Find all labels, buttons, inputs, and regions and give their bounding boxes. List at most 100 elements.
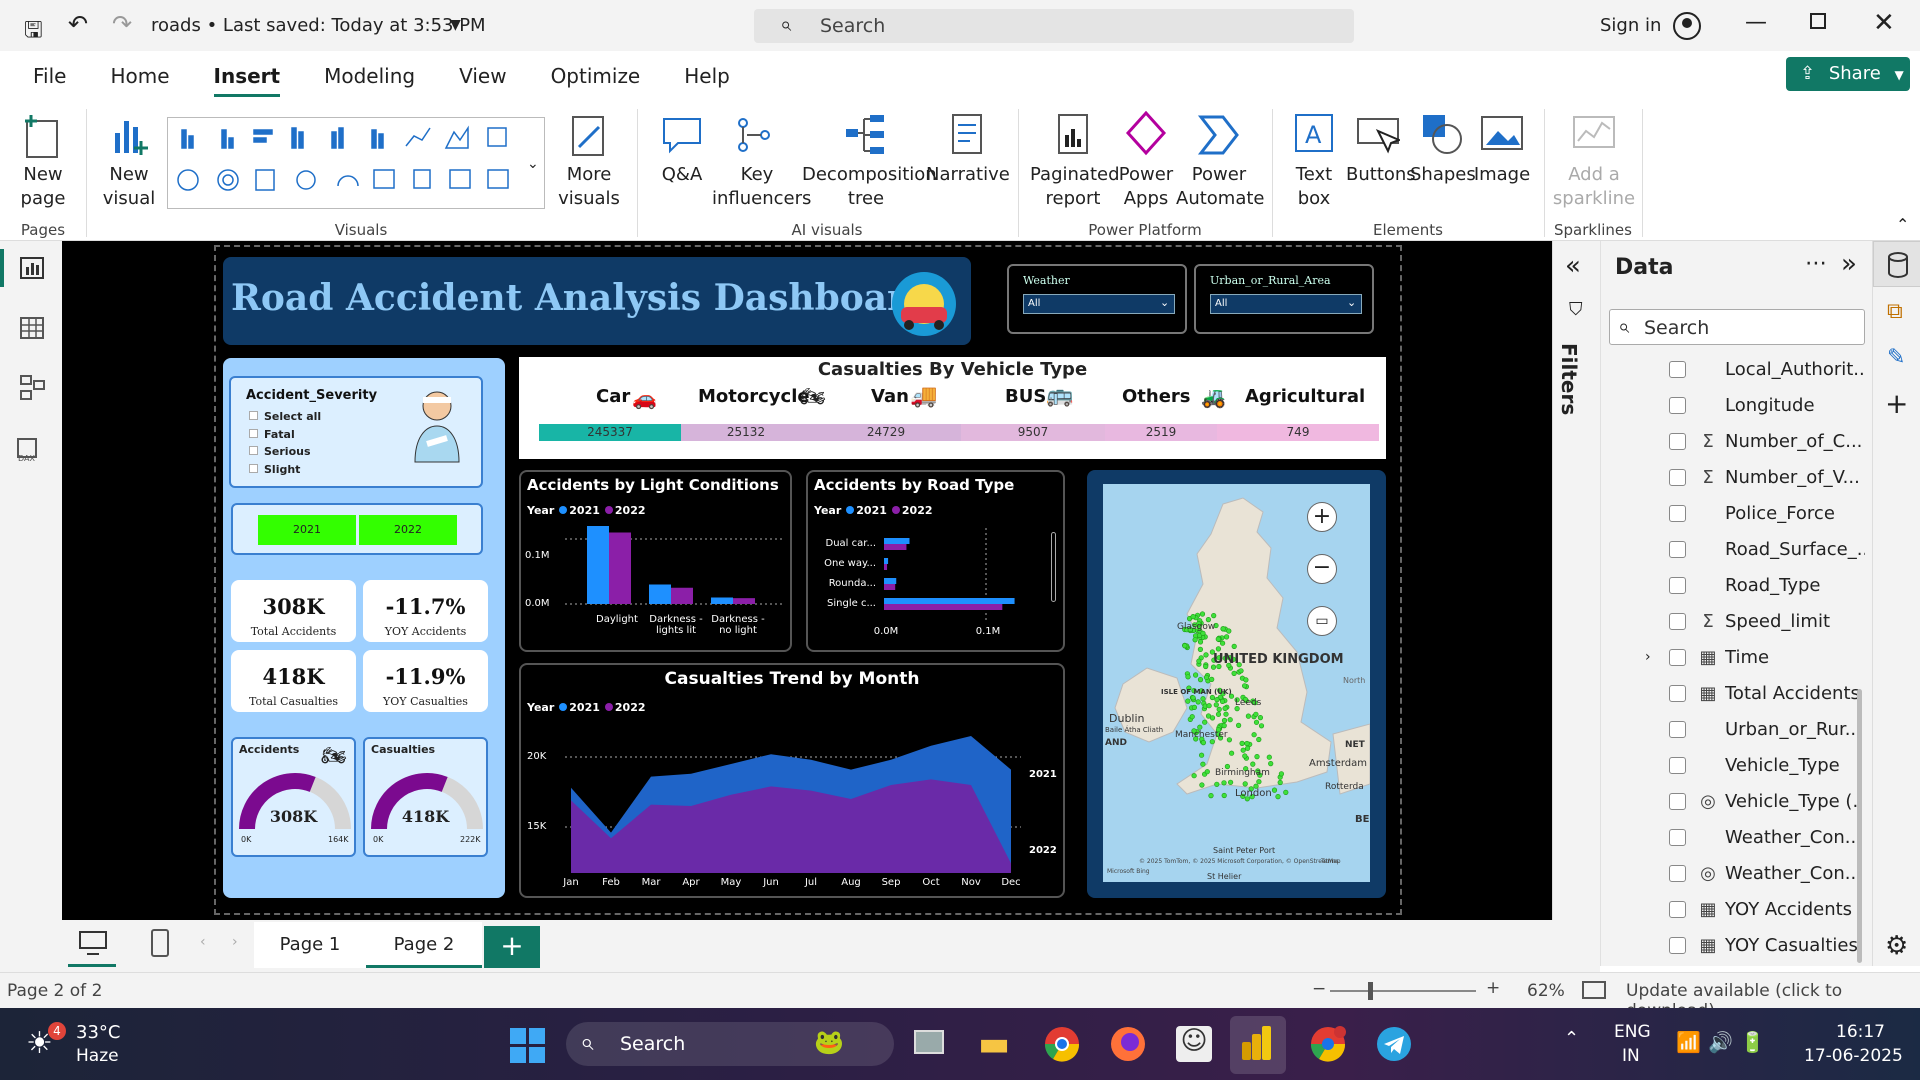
prev-page-icon[interactable]: ‹ [200, 934, 206, 950]
zoom-in-button[interactable]: + [1307, 502, 1337, 532]
tab-home[interactable]: Home [88, 51, 191, 101]
field-checkbox[interactable] [1669, 360, 1686, 378]
field-item[interactable]: Local_Authorit... [1601, 351, 1873, 387]
map-terms-link[interactable]: Terms [1321, 858, 1339, 865]
maximize-icon[interactable] [1810, 13, 1826, 29]
dax-query-icon[interactable]: DAX [16, 437, 46, 463]
image-button[interactable]: Image [1472, 111, 1532, 187]
shapes-button[interactable]: Shapes [1410, 111, 1476, 187]
collapse-ribbon-icon[interactable]: ⌃ [1896, 215, 1909, 234]
scrollbar[interactable] [1051, 532, 1056, 602]
key-influencers-button[interactable]: Key influencers [712, 111, 811, 211]
zoom-slider[interactable] [1330, 990, 1476, 992]
report-view-icon[interactable] [20, 257, 44, 279]
new-visual-button[interactable]: New visual [96, 111, 162, 211]
field-item[interactable]: Longitude [1601, 387, 1873, 423]
chevron-down-icon[interactable]: ▼ [450, 17, 461, 33]
power-automate-button[interactable]: Power Automate [1176, 111, 1265, 211]
field-checkbox[interactable] [1669, 864, 1686, 882]
field-item[interactable]: ◎ Weather_Con... [1601, 855, 1873, 891]
search-box[interactable]: ⌕ Search [754, 9, 1354, 43]
text-box-button[interactable]: A Text box [1282, 111, 1346, 211]
battery-icon[interactable]: 🔋 [1740, 1030, 1765, 1054]
minimize-icon[interactable]: — [1745, 10, 1767, 35]
show-hidden-icons-icon[interactable]: ⌃ [1564, 1028, 1579, 1049]
redo-icon[interactable]: ↷ [112, 10, 132, 38]
field-checkbox[interactable] [1669, 900, 1686, 918]
field-checkbox[interactable] [1669, 684, 1686, 702]
telegram-icon[interactable] [1376, 1026, 1412, 1062]
clock-time[interactable]: 16:17 [1836, 1022, 1885, 1042]
field-item[interactable]: ▦ Total Accidents [1601, 675, 1873, 711]
narrative-button[interactable]: Narrative [926, 111, 1010, 187]
field-checkbox[interactable] [1669, 648, 1686, 666]
close-icon[interactable]: ✕ [1873, 8, 1895, 38]
severity-option[interactable]: Fatal [249, 426, 321, 444]
field-checkbox[interactable] [1669, 396, 1686, 414]
field-checkbox[interactable] [1669, 828, 1686, 846]
firefox-icon[interactable] [1110, 1026, 1146, 1062]
field-item[interactable]: Road_Type [1601, 567, 1873, 603]
field-item[interactable]: ▦ YOY Accidents [1601, 891, 1873, 927]
field-checkbox[interactable] [1669, 576, 1686, 594]
collapse-pane-icon[interactable]: » [1841, 249, 1857, 279]
model-view-icon[interactable] [20, 375, 46, 401]
new-page-button[interactable]: New page [8, 111, 78, 211]
field-item[interactable]: ▦ YOY Casualties [1601, 927, 1873, 963]
chevron-down-icon[interactable]: ⌄ [527, 156, 539, 172]
expand-filters-icon[interactable]: « [1565, 251, 1581, 281]
field-checkbox[interactable] [1669, 756, 1686, 774]
field-item[interactable]: › ▦ Time [1601, 639, 1873, 675]
severity-option[interactable]: Select all [249, 408, 321, 426]
field-item[interactable]: Road_Surface_... [1601, 531, 1873, 567]
powerbi-taskbar-item[interactable] [1230, 1016, 1286, 1074]
field-item[interactable]: ◎ Vehicle_Type (... [1601, 783, 1873, 819]
more-options-icon[interactable]: ⋯ [1805, 251, 1827, 276]
data-search-box[interactable]: ⌕ Search [1609, 309, 1865, 345]
add-pane-icon[interactable]: + [1885, 387, 1908, 420]
undo-icon[interactable]: ↶ [68, 10, 88, 38]
add-sparkline-button[interactable]: Add a sparkline [1552, 111, 1636, 211]
app-character-icon[interactable]: ☺ [1176, 1026, 1212, 1062]
save-icon[interactable]: 🖫 [24, 13, 43, 51]
field-item[interactable]: Σ Number_of_C... [1601, 423, 1873, 459]
table-view-icon[interactable] [20, 317, 44, 339]
more-visuals-button[interactable]: More visuals [556, 111, 622, 211]
map-select-button[interactable]: ▭ [1307, 606, 1337, 636]
filters-pane-collapsed[interactable]: « ⛉ Filters [1552, 241, 1600, 966]
volume-icon[interactable]: 🔊 [1708, 1030, 1733, 1054]
tab-help[interactable]: Help [662, 51, 752, 101]
chrome-profile-icon[interactable] [1310, 1026, 1346, 1062]
avatar[interactable] [1673, 12, 1701, 40]
zoom-out-button[interactable]: − [1307, 554, 1337, 584]
settings-gear-icon[interactable]: ⚙ [1885, 931, 1908, 961]
map-area[interactable]: UNITED KINGDOM Glasgow ISLE OF MAN (UK) … [1103, 484, 1370, 882]
page-tab-2[interactable]: Page 2 [366, 922, 482, 968]
visuals-gallery[interactable] [167, 117, 545, 209]
field-checkbox[interactable] [1669, 432, 1686, 450]
field-checkbox[interactable] [1669, 612, 1686, 630]
qa-button[interactable]: Q&A [652, 111, 712, 187]
field-checkbox[interactable] [1669, 540, 1686, 558]
tab-view[interactable]: View [437, 51, 528, 101]
field-checkbox[interactable] [1669, 720, 1686, 738]
mobile-layout-icon[interactable] [150, 928, 170, 958]
urban-rural-slicer[interactable]: Urban_or_Rural_Area All ⌄ [1194, 264, 1374, 334]
chrome-icon[interactable] [1044, 1026, 1080, 1062]
weather-dropdown[interactable]: All ⌄ [1023, 294, 1175, 314]
field-item[interactable]: Vehicle_Type [1601, 747, 1873, 783]
taskbar-search[interactable]: ⌕ Search 🐸 [566, 1022, 894, 1066]
zoom-in-icon[interactable]: + [1486, 978, 1500, 998]
sign-in-link[interactable]: Sign in [1600, 15, 1661, 36]
decomposition-tree-button[interactable]: Decomposition tree [802, 111, 937, 211]
wifi-icon[interactable]: 📶 [1676, 1030, 1701, 1054]
zoom-thumb[interactable] [1368, 982, 1373, 1000]
power-apps-button[interactable]: Power Apps [1116, 111, 1176, 211]
field-item[interactable]: Urban_or_Rur... [1601, 711, 1873, 747]
next-page-icon[interactable]: › [232, 934, 238, 950]
field-item[interactable]: Σ Speed_limit [1601, 603, 1873, 639]
page-tab-1[interactable]: Page 1 [254, 922, 366, 968]
severity-option[interactable]: Serious [249, 443, 321, 461]
build-visual-icon[interactable]: ✎ [1887, 345, 1905, 370]
scrollbar[interactable] [1857, 689, 1862, 963]
